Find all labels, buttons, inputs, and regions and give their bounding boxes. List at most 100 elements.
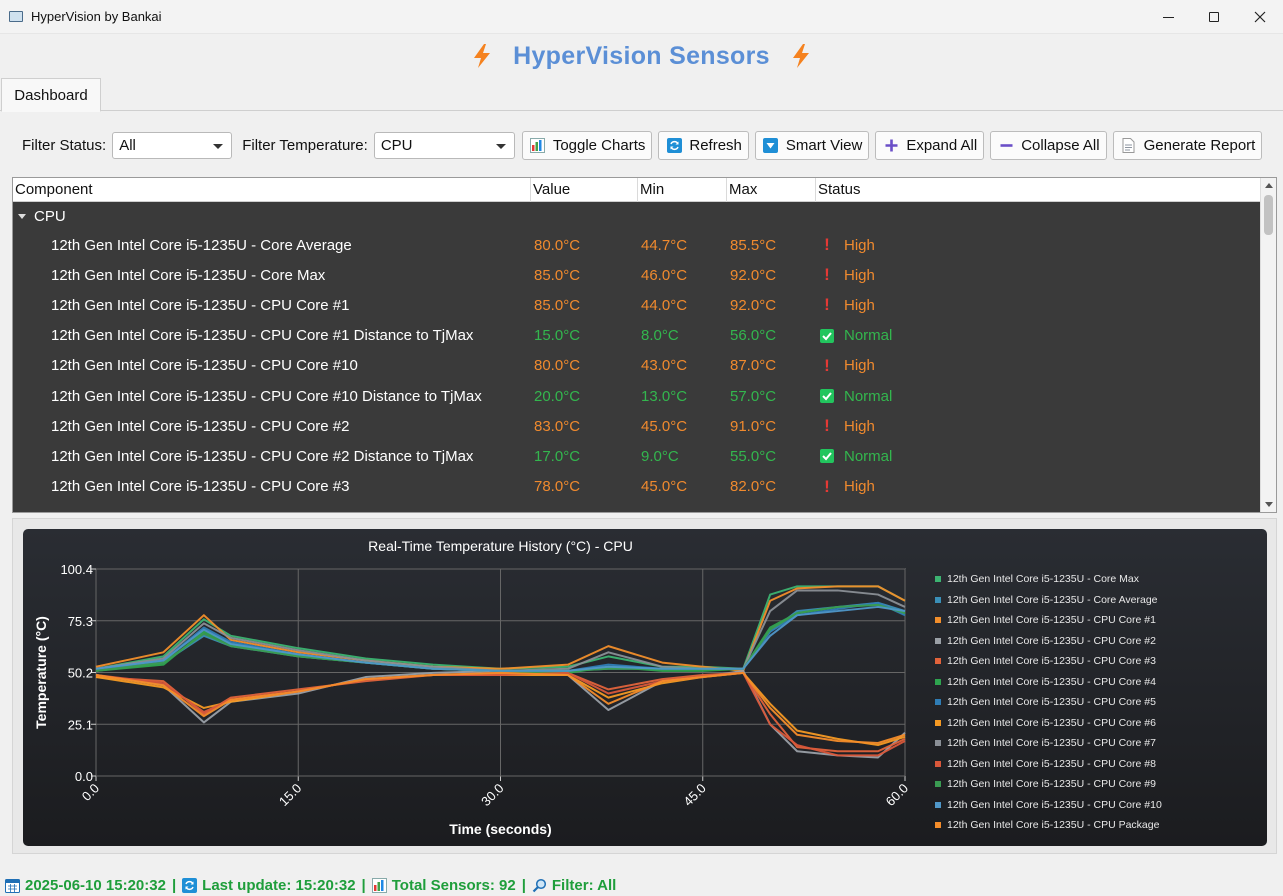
document-icon: [1121, 137, 1137, 153]
tree-row[interactable]: 12th Gen Intel Core i5-1235U - CPU Core …: [13, 351, 1261, 381]
row-value: 85.0°C: [534, 296, 581, 314]
scroll-up-icon[interactable]: [1265, 183, 1273, 188]
x-tick-label: 30.0: [478, 781, 507, 810]
row-min: 45.0°C: [641, 417, 688, 435]
status-bar: 2025-06-10 15:20:32 | Last update: 15:20…: [0, 874, 1283, 896]
generate-report-button[interactable]: Generate Report: [1112, 130, 1263, 160]
tree-body: CPU 12th Gen Intel Core i5-1235U - Core …: [13, 202, 1261, 502]
row-max: 55.0°C: [730, 447, 777, 465]
maximize-icon: [1209, 12, 1219, 22]
row-min: 9.0°C: [641, 447, 679, 465]
row-max: 57.0°C: [730, 387, 777, 405]
expand-all-label: Expand All: [906, 136, 978, 154]
filter-status-value: All: [119, 136, 136, 154]
tree-row[interactable]: 12th Gen Intel Core i5-1235U - Core Aver…: [13, 230, 1261, 260]
row-min: 13.0°C: [641, 387, 688, 405]
maximize-button[interactable]: [1191, 0, 1237, 34]
collapse-all-button[interactable]: Collapse All: [990, 130, 1107, 160]
page-title: HyperVision Sensors: [513, 41, 770, 70]
tree-row[interactable]: 12th Gen Intel Core i5-1235U - Core Max 8…: [13, 260, 1261, 290]
x-tick-label: 60.0: [883, 781, 912, 810]
legend-swatch: [935, 617, 941, 624]
tree-row[interactable]: 12th Gen Intel Core i5-1235U - CPU Core …: [13, 321, 1261, 351]
row-status-label: High: [844, 236, 875, 254]
tree-header: Component Value Min Max Status: [13, 178, 1261, 202]
minimize-button[interactable]: [1145, 0, 1191, 34]
row-min: 44.7°C: [641, 236, 688, 254]
legend-swatch: [935, 760, 941, 767]
legend-label: 12th Gen Intel Core i5-1235U - Core Max: [947, 573, 1140, 586]
chart-title: Real-Time Temperature History (°C) - CPU: [368, 538, 633, 554]
refresh-label: Refresh: [689, 136, 742, 154]
legend-item: 12th Gen Intel Core i5-1235U - CPU Core …: [935, 610, 1260, 631]
legend-item: 12th Gen Intel Core i5-1235U - CPU Core …: [935, 836, 1260, 841]
smart-view-button[interactable]: Smart View: [754, 130, 870, 160]
vertical-scrollbar[interactable]: [1260, 178, 1276, 512]
column-header-component[interactable]: Component: [13, 178, 531, 202]
row-status-label: High: [844, 417, 875, 435]
status-filter: Filter: All: [551, 876, 617, 894]
column-header-value[interactable]: Value: [531, 178, 638, 202]
row-component: 12th Gen Intel Core i5-1235U - CPU Core …: [51, 327, 474, 345]
column-header-status[interactable]: Status: [816, 178, 1261, 202]
legend-label: 12th Gen Intel Core i5-1235U - CPU Packa…: [947, 819, 1160, 832]
checkmark-icon: [820, 389, 834, 404]
legend-item: 12th Gen Intel Core i5-1235U - CPU Core …: [935, 672, 1260, 693]
lightning-icon: [474, 44, 491, 68]
row-value: 80.0°C: [534, 357, 581, 375]
minimize-icon: [1162, 16, 1174, 18]
legend-swatch: [935, 822, 941, 829]
search-icon: [532, 878, 547, 893]
legend-label: 12th Gen Intel Core i5-1235U - CPU Core …: [947, 737, 1156, 750]
row-value: 17.0°C: [534, 447, 581, 465]
legend-label: 12th Gen Intel Core i5-1235U - CPU Core …: [947, 655, 1156, 668]
row-status-label: High: [844, 478, 875, 496]
filter-temperature-select[interactable]: CPU: [373, 131, 515, 159]
tree-row[interactable]: 12th Gen Intel Core i5-1235U - CPU Core …: [13, 411, 1261, 441]
legend-item: 12th Gen Intel Core i5-1235U - Core Max: [935, 569, 1260, 590]
row-max: 92.0°C: [730, 266, 777, 284]
row-status: ! High: [820, 416, 875, 435]
column-header-min[interactable]: Min: [638, 178, 727, 202]
tree-row[interactable]: 12th Gen Intel Core i5-1235U - CPU Core …: [13, 472, 1261, 502]
refresh-button[interactable]: Refresh: [658, 130, 749, 160]
legend-swatch: [935, 719, 941, 726]
legend-swatch: [935, 658, 941, 665]
legend-item: 12th Gen Intel Core i5-1235U - CPU Core …: [935, 651, 1260, 672]
scrollbar-thumb[interactable]: [1264, 195, 1273, 235]
sensor-tree[interactable]: Component Value Min Max Status CPU 12th …: [12, 177, 1277, 513]
toggle-charts-button[interactable]: Toggle Charts: [521, 130, 653, 160]
column-header-max[interactable]: Max: [727, 178, 816, 202]
row-status: ! High: [820, 265, 875, 285]
lightning-icon: [792, 44, 809, 68]
x-tick-label: 0.0: [79, 781, 102, 804]
tree-row[interactable]: 12th Gen Intel Core i5-1235U - CPU Core …: [13, 441, 1261, 471]
legend-swatch: [935, 596, 941, 603]
expand-triangle-icon[interactable]: [18, 213, 26, 219]
exclamation-icon: !: [824, 355, 830, 375]
bar-chart-icon: [371, 877, 387, 893]
exclamation-icon: !: [824, 265, 830, 285]
scroll-down-icon[interactable]: [1265, 502, 1273, 507]
generate-report-label: Generate Report: [1143, 136, 1256, 154]
tab-dashboard[interactable]: Dashboard: [1, 78, 101, 112]
smart-view-label: Smart View: [785, 136, 863, 154]
legend-item: 12th Gen Intel Core i5-1235U - CPU Core …: [935, 795, 1260, 816]
legend-label: 12th Gen Intel Core i5-1235U - CPU Core …: [947, 798, 1162, 811]
expand-all-button[interactable]: Expand All: [875, 130, 985, 160]
tree-category-cpu[interactable]: CPU: [13, 202, 1261, 230]
toggle-charts-label: Toggle Charts: [552, 136, 646, 154]
bar-chart-icon: [530, 137, 546, 153]
y-tick-label: 75.3: [68, 614, 93, 629]
row-max: 87.0°C: [730, 357, 777, 375]
refresh-icon: [182, 877, 198, 893]
row-max: 56.0°C: [730, 327, 777, 345]
window-titlebar: HyperVision by Bankai: [0, 0, 1283, 34]
legend-label: 12th Gen Intel Core i5-1235U - CPU Core …: [947, 696, 1156, 709]
legend-item: 12th Gen Intel Core i5-1235U - CPU Core …: [935, 692, 1260, 713]
tree-row[interactable]: 12th Gen Intel Core i5-1235U - CPU Core …: [13, 381, 1261, 411]
filter-status-select[interactable]: All: [112, 131, 233, 159]
tree-row[interactable]: 12th Gen Intel Core i5-1235U - CPU Core …: [13, 290, 1261, 320]
row-status-label: High: [844, 266, 875, 284]
close-button[interactable]: [1237, 0, 1283, 34]
